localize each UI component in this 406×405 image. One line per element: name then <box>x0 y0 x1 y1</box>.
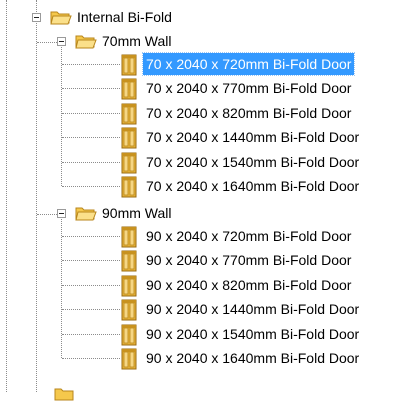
tree-node-item[interactable]: 70 x 2040 x 1440mm Bi-Fold Door <box>143 126 362 148</box>
open-folder-icon <box>50 11 72 25</box>
bi-fold-door-icon <box>121 176 137 198</box>
root-collapse-icon[interactable] <box>32 13 41 22</box>
bi-fold-door-icon <box>121 54 137 76</box>
tree-node-item[interactable]: 90 x 2040 x 1440mm Bi-Fold Door <box>143 298 362 320</box>
group-collapse-icon[interactable] <box>57 37 66 46</box>
open-folder-icon <box>75 207 97 221</box>
tree-node-group[interactable]: 90mm Wall <box>99 202 175 224</box>
tree-guide-line <box>62 260 120 262</box>
tree-guide-line <box>62 137 120 139</box>
tree-guide-line <box>6 0 7 392</box>
tree-guide-line <box>62 236 120 237</box>
tree-guide-line <box>37 214 57 215</box>
tree-node-internal-bi-fold[interactable]: Internal Bi-Fold <box>74 6 175 28</box>
tree-guide-line <box>62 333 120 335</box>
tree-guide-line <box>37 42 57 43</box>
tree-guide-line <box>61 47 62 186</box>
bi-fold-door-icon <box>121 127 137 149</box>
tree-guide-line <box>62 284 120 286</box>
bi-fold-door-icon <box>121 250 137 272</box>
tree-guide-line <box>62 186 120 187</box>
tree-node-item[interactable]: 70 x 2040 x 770mm Bi-Fold Door <box>143 77 354 99</box>
open-folder-icon <box>54 386 76 402</box>
bi-fold-door-icon <box>121 78 137 100</box>
bi-fold-door-icon <box>121 299 137 321</box>
bi-fold-door-icon <box>121 275 137 297</box>
tree-node-group[interactable]: 70mm Wall <box>99 30 175 52</box>
tree-node-item[interactable]: 90 x 2040 x 1540mm Bi-Fold Door <box>143 323 362 345</box>
bi-fold-door-icon <box>121 152 137 174</box>
tree-guide-line <box>36 23 37 392</box>
bi-fold-door-icon <box>121 226 137 248</box>
tree-guide-line <box>62 64 120 65</box>
bi-fold-door-icon <box>121 348 137 370</box>
bi-fold-door-icon <box>121 103 137 125</box>
tree-guide-line <box>62 112 120 114</box>
open-folder-icon <box>75 35 97 49</box>
tree-guide-line <box>62 161 120 163</box>
tree-guide-line <box>62 309 120 311</box>
group-collapse-icon[interactable] <box>57 209 66 218</box>
tree-node-item[interactable]: 70 x 2040 x 1640mm Bi-Fold Door <box>143 175 362 197</box>
tree-guide-line <box>61 219 62 358</box>
tree-guide-line <box>62 88 120 90</box>
tree-node-item[interactable]: 70 x 2040 x 1540mm Bi-Fold Door <box>143 151 362 173</box>
tree-node-item[interactable]: 90 x 2040 x 1640mm Bi-Fold Door <box>143 347 362 369</box>
tree-node-item[interactable]: 70 x 2040 x 720mm Bi-Fold Door <box>141 52 356 76</box>
tree-node-item[interactable]: 70 x 2040 x 820mm Bi-Fold Door <box>143 102 354 124</box>
tree-node-item[interactable]: 90 x 2040 x 820mm Bi-Fold Door <box>143 274 354 296</box>
bi-fold-door-icon <box>121 324 137 346</box>
tree-node-item[interactable]: 90 x 2040 x 720mm Bi-Fold Door <box>143 225 354 247</box>
tree-guide-line <box>36 0 37 12</box>
tree-guide-line <box>62 358 120 359</box>
tree-node-item[interactable]: 90 x 2040 x 770mm Bi-Fold Door <box>143 249 354 271</box>
